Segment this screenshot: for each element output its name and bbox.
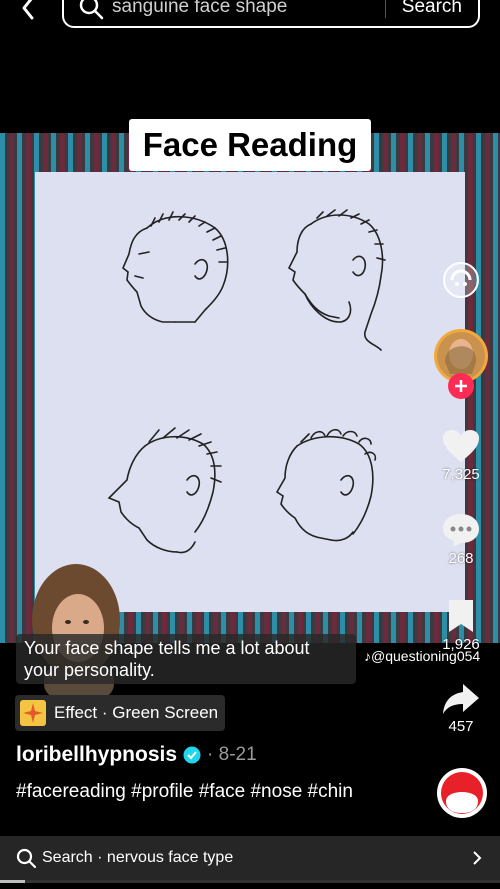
- face-profiles-illustration: [35, 172, 465, 612]
- author-name[interactable]: loribellhypnosis: [16, 743, 177, 767]
- video-player[interactable]: Face Reading: [0, 119, 500, 698]
- chevron-right-icon: [473, 851, 482, 865]
- search-query-text: sanguine face shape: [112, 0, 288, 17]
- mask-effect-button[interactable]: [441, 260, 481, 300]
- hashtag-list[interactable]: #facereading #profile #face #nose #chin: [16, 781, 416, 803]
- share-arrow-icon: [443, 684, 479, 714]
- related-search-label: Search · nervous face type: [42, 849, 234, 866]
- effect-label: Effect · Green Screen: [54, 703, 219, 722]
- profile-sketch-1: [122, 211, 229, 323]
- search-input[interactable]: sanguine face shape Search: [62, 0, 480, 28]
- comment-count: 268: [448, 550, 474, 567]
- back-arrow-icon[interactable]: [14, 0, 42, 22]
- search-divider: [384, 0, 386, 18]
- profile-sketch-4: [275, 428, 377, 542]
- comment-bubble-icon: [443, 514, 479, 547]
- verified-badge-icon: [183, 746, 201, 764]
- comment-button[interactable]: 268: [436, 512, 486, 567]
- bookmark-icon: [449, 600, 473, 632]
- search-icon: [16, 848, 36, 868]
- music-disc-icon[interactable]: [436, 767, 488, 819]
- save-button[interactable]: 1,926: [436, 598, 486, 653]
- face-filter-icon: [443, 262, 479, 298]
- playback-progress-fill: [0, 880, 25, 883]
- effect-sparkle-icon: [20, 700, 46, 726]
- search-button[interactable]: Search: [402, 0, 462, 18]
- search-icon: [79, 0, 104, 20]
- tiktok-logo-icon: ♪: [364, 648, 371, 664]
- profile-sketch-2: [287, 209, 386, 351]
- heart-icon: [443, 430, 479, 462]
- playback-progress[interactable]: [0, 880, 500, 883]
- share-button[interactable]: 457: [436, 682, 486, 735]
- related-search-bar[interactable]: Search · nervous face type: [0, 836, 500, 880]
- effect-chip[interactable]: Effect · Green Screen: [15, 695, 225, 731]
- profile-sketch-3: [107, 427, 222, 554]
- video-caption: Your face shape tells me a lot about you…: [16, 634, 356, 684]
- post-date: · 8-21: [207, 744, 257, 765]
- share-count: 457: [448, 718, 474, 735]
- like-button[interactable]: 7,325: [436, 428, 486, 483]
- author-row: loribellhypnosis · 8-21: [16, 743, 257, 767]
- tiktok-watermark: ♪@questioning054: [364, 648, 481, 664]
- follow-plus-icon[interactable]: [447, 372, 475, 400]
- like-count: 7,325: [442, 466, 480, 483]
- video-title-card: Face Reading: [129, 119, 371, 171]
